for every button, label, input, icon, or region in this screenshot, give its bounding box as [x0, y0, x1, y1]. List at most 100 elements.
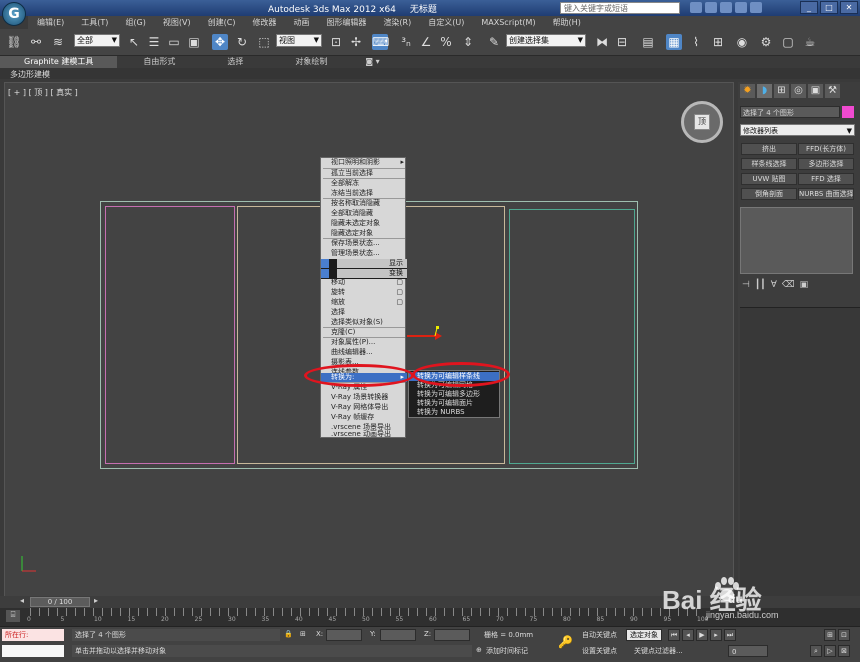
time-slider-thumb[interactable]: 0 / 100 — [30, 597, 90, 607]
menu-customize[interactable]: 自定义(U) — [428, 17, 464, 28]
create-tab-icon[interactable]: ✹ — [740, 84, 755, 98]
percent-snap-icon[interactable]: % — [438, 34, 454, 50]
ribbon-options-icon[interactable]: ◙ ▾ — [353, 56, 391, 68]
left-rectangle-shape[interactable] — [105, 206, 235, 464]
key-mode-dropdown[interactable]: 选定对象 — [626, 629, 662, 641]
zoom-icon[interactable]: ⌕ — [810, 645, 822, 657]
object-color-swatch[interactable] — [842, 106, 854, 118]
menu-views[interactable]: 视图(V) — [163, 17, 191, 28]
app-logo-icon[interactable]: G — [2, 2, 26, 26]
graphite-toggle-icon[interactable]: ▦ — [666, 34, 682, 50]
curve-editor-icon[interactable]: ⌇ — [688, 34, 704, 50]
modifier-list-dropdown[interactable]: 修改器列表 ▼ — [740, 124, 855, 136]
menu-maxscript[interactable]: MAXScript(M) — [481, 18, 535, 27]
x-coordinate-input[interactable] — [326, 629, 362, 641]
unlink-icon[interactable]: ⚯ — [28, 34, 44, 50]
viewport-label[interactable]: [ + ] [ 顶 ] [ 真实 ] — [8, 87, 78, 98]
menu-convert-editable-poly[interactable]: 转换为可编辑多边形 — [409, 390, 499, 399]
render-setup-icon[interactable]: ⚙ — [758, 34, 774, 50]
modify-tab-icon[interactable]: ◗ — [757, 84, 772, 98]
close-button[interactable]: ✕ — [840, 1, 858, 14]
pin-stack-icon[interactable]: ⊣ — [742, 280, 750, 290]
modifier-stack[interactable] — [740, 207, 853, 274]
menu-scale[interactable]: 缩放 ▢ — [321, 298, 407, 307]
menu-object-properties[interactable]: 对象属性(P)... — [321, 338, 407, 347]
maximize-viewport-icon[interactable]: ⊠ — [838, 645, 850, 657]
bind-space-warp-icon[interactable]: ≋ — [50, 34, 66, 50]
angle-snap-icon[interactable]: ∠ — [418, 34, 434, 50]
maximize-button[interactable]: □ — [820, 1, 838, 14]
select-object-icon[interactable]: ↖ — [126, 34, 142, 50]
show-end-result-icon[interactable]: ┃┃ — [755, 280, 766, 290]
title-tool-icon[interactable] — [750, 2, 762, 13]
manipulate-icon[interactable]: ✢ — [348, 34, 364, 50]
menu-create[interactable]: 创建(C) — [208, 17, 236, 28]
extrude-button[interactable]: 挤出 — [741, 143, 797, 155]
menu-unfreeze-all[interactable]: 全部解冻 — [321, 179, 407, 188]
menu-modifiers[interactable]: 修改器 — [252, 17, 276, 28]
edit-named-selection-icon[interactable]: ✎ — [486, 34, 502, 50]
menu-vray-scene-converter[interactable]: V-Ray 场景转换器 — [321, 393, 407, 402]
bevel-profile-button[interactable]: 倒角剖面 — [741, 188, 797, 200]
menu-hide-selection[interactable]: 隐藏选定对象 — [321, 229, 407, 238]
menu-viewport-lighting[interactable]: 视口照明和阴影 ▸ — [321, 158, 407, 167]
nurbs-surface-select-button[interactable]: NURBS 曲面选择 — [798, 188, 854, 200]
spline-select-button[interactable]: 样条线选择 — [741, 158, 797, 170]
select-by-name-icon[interactable]: ☰ — [146, 34, 162, 50]
menu-select-similar[interactable]: 选择类似对象(S) — [321, 318, 407, 327]
menu-unhide-by-name[interactable]: 按名称取消隐藏 — [321, 199, 407, 208]
select-and-scale-icon[interactable]: ⬚ — [256, 34, 272, 50]
maxscript-mini-listener[interactable] — [2, 645, 64, 657]
ffd-box-button[interactable]: FFD(长方体) — [798, 143, 854, 155]
prev-key-icon[interactable]: ◂ — [682, 629, 694, 641]
render-production-icon[interactable]: ☕ — [802, 34, 818, 50]
time-tag-icon[interactable]: ⊕ — [476, 646, 482, 654]
window-crossing-icon[interactable]: ▣ — [186, 34, 202, 50]
material-editor-icon[interactable]: ◉ — [734, 34, 750, 50]
play-icon[interactable]: ▶ — [696, 629, 708, 641]
prev-frame-arrow-icon[interactable]: ◂ — [20, 596, 24, 605]
zoom-all-icon[interactable]: ⊡ — [838, 629, 850, 641]
menu-convert-nurbs[interactable]: 转换为 NURBS — [409, 408, 499, 417]
menu-hide-unselected[interactable]: 隐藏未选定对象 — [321, 219, 407, 228]
hierarchy-tab-icon[interactable]: ⊞ — [774, 84, 789, 98]
viewcube-top-face[interactable]: 顶 — [694, 114, 710, 130]
zoom-extents-icon[interactable]: ⊞ — [824, 629, 836, 641]
utilities-tab-icon[interactable]: ⚒ — [825, 84, 840, 98]
goto-end-icon[interactable]: ⏭ — [724, 629, 736, 641]
make-unique-icon[interactable]: ∀ — [771, 280, 777, 290]
right-rectangle-shape[interactable] — [509, 209, 635, 464]
menu-help[interactable]: 帮助(H) — [553, 17, 581, 28]
tab-freeform[interactable]: 自由形式 — [117, 56, 201, 68]
mirror-icon[interactable]: ⧓ — [594, 34, 610, 50]
next-frame-arrow-icon[interactable]: ▸ — [94, 596, 98, 605]
title-tool-icon[interactable] — [735, 2, 747, 13]
tab-graphite-modeling[interactable]: Graphite 建模工具 — [0, 56, 118, 68]
menu-curve-editor[interactable]: 曲线编辑器... — [321, 348, 407, 357]
polygon-modeling-label[interactable]: 多边形建模 — [10, 69, 50, 80]
menu-freeze-selection[interactable]: 冻结当前选择 — [321, 189, 407, 198]
pivot-center-icon[interactable]: ⊡ — [328, 34, 344, 50]
menu-isolate-selection[interactable]: 孤立当前选择 — [321, 169, 407, 178]
menu-convert-editable-patch[interactable]: 转换为可编辑面片 — [409, 399, 499, 408]
mini-curve-editor-icon[interactable]: ⌸ — [6, 610, 20, 622]
z-coordinate-input[interactable] — [434, 629, 470, 641]
auto-key-label[interactable]: 自动关键点 — [582, 630, 617, 640]
named-selection-dropdown[interactable]: 创建选择集 ▼ — [506, 34, 586, 47]
poly-select-button[interactable]: 多边形选择 — [798, 158, 854, 170]
key-filters-button[interactable]: 关键点过滤器... — [634, 646, 683, 656]
menu-group[interactable]: 组(G) — [125, 17, 145, 28]
add-time-tag-label[interactable]: 添加时间标记 — [486, 646, 528, 656]
tab-object-paint[interactable]: 对象绘制 — [269, 56, 353, 68]
transform-gizmo-icon[interactable] — [405, 323, 445, 343]
menu-select[interactable]: 选择 — [321, 308, 407, 317]
select-and-move-icon[interactable]: ✥ — [212, 34, 228, 50]
keyboard-shortcut-icon[interactable]: ⌨ — [372, 34, 389, 50]
menu-vray-mesh-export[interactable]: V-Ray 网格体导出 — [321, 403, 407, 412]
set-key-icon[interactable]: 🔑 — [558, 635, 573, 649]
maxscript-listener[interactable]: 所在行: — [2, 629, 64, 641]
tab-selection[interactable]: 选择 — [201, 56, 269, 68]
menu-rendering[interactable]: 渲染(R) — [383, 17, 411, 28]
display-tab-icon[interactable]: ▣ — [808, 84, 823, 98]
reference-coordinate-dropdown[interactable]: 视图 ▼ — [276, 34, 322, 47]
